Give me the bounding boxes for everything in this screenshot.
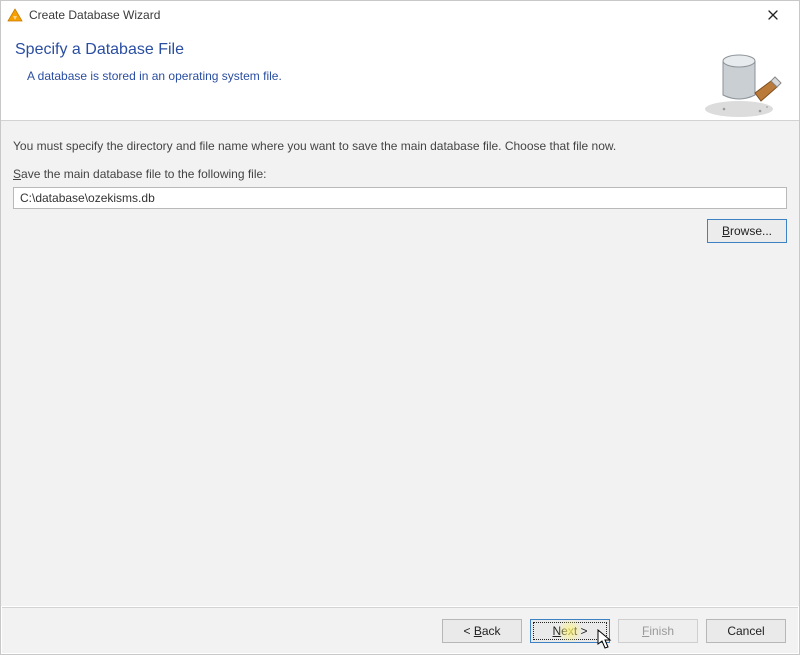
back-button[interactable]: < Back [442, 619, 522, 643]
finish-rest: inish [649, 624, 674, 638]
file-path-label-mnemonic: S [13, 167, 21, 181]
back-rest: ack [482, 624, 501, 638]
file-path-input[interactable] [13, 187, 787, 209]
wizard-body: You must specify the directory and file … [1, 121, 799, 606]
finish-button: Finish [618, 619, 698, 643]
next-mnemonic: N [552, 624, 561, 638]
back-prefix: < [463, 624, 473, 638]
file-path-label: Save the main database file to the follo… [13, 167, 789, 181]
next-rest: ext > [561, 624, 587, 638]
page-heading: Specify a Database File [15, 41, 785, 59]
database-artwork-icon [699, 37, 785, 123]
close-button[interactable] [753, 4, 793, 26]
file-path-label-rest: ave the main database file to the follow… [21, 167, 266, 181]
browse-mnemonic: B [722, 224, 730, 238]
page-subtitle: A database is stored in an operating sys… [27, 69, 785, 83]
cancel-button[interactable]: Cancel [706, 619, 786, 643]
next-button[interactable]: Next > [530, 619, 610, 643]
browse-row: Browse... [13, 219, 787, 243]
title-bar: Create Database Wizard [1, 1, 799, 29]
instruction-text: You must specify the directory and file … [13, 139, 789, 153]
window-title: Create Database Wizard [29, 8, 753, 22]
app-icon [7, 7, 23, 23]
browse-button[interactable]: Browse... [707, 219, 787, 243]
wizard-header: Specify a Database File A database is st… [1, 29, 799, 121]
back-mnemonic: B [474, 624, 482, 638]
browse-rest: rowse... [730, 224, 772, 238]
wizard-window: Create Database Wizard Specify a Databas… [0, 0, 800, 655]
wizard-footer: < Back Next > Finish Cancel [2, 607, 798, 653]
